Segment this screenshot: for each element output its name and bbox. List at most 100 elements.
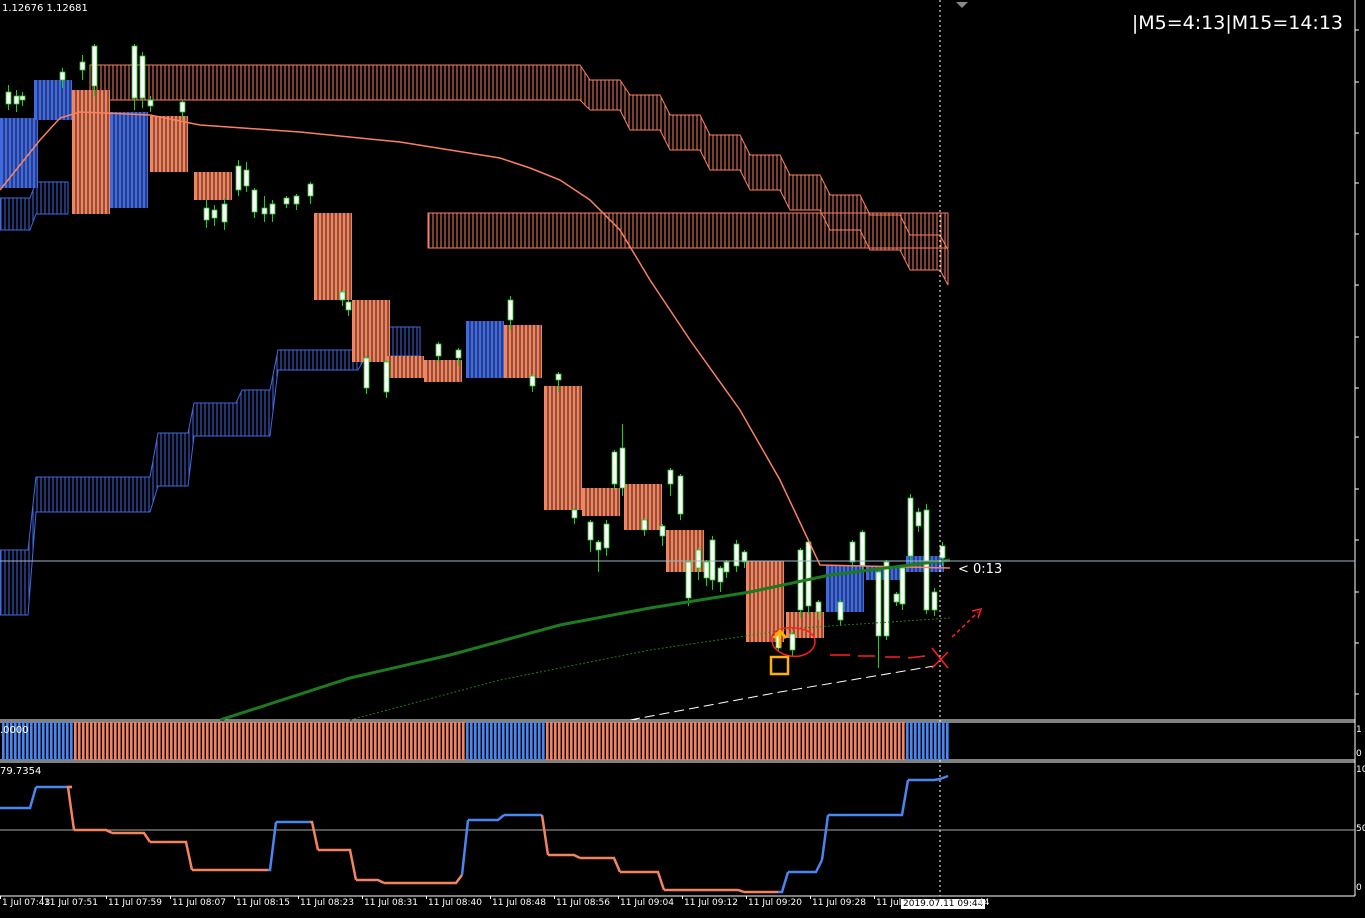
indicator1-bar — [746, 722, 749, 760]
price-block — [582, 488, 620, 516]
candle-body — [507, 299, 514, 321]
indicator1-bar — [774, 722, 777, 760]
indicator1-bar — [350, 722, 353, 760]
indicator1-bar — [762, 722, 765, 760]
indicator1-bar — [214, 722, 217, 760]
indicator1-bar — [834, 722, 837, 760]
indicator1-bar — [458, 722, 461, 760]
price-block — [150, 116, 188, 172]
candle-body — [91, 45, 98, 87]
candle-body — [203, 207, 210, 221]
indicator1-bar — [602, 722, 605, 760]
indicator1-bar — [234, 722, 237, 760]
candlestick — [703, 560, 710, 586]
candle-body — [667, 469, 674, 485]
candle-body — [251, 189, 258, 213]
indicator1-bar — [30, 722, 33, 760]
indicator1-bar — [786, 722, 789, 760]
price-block — [72, 90, 110, 214]
candlestick — [837, 600, 844, 626]
indicator1-bar — [38, 722, 41, 760]
indicator1-bar — [106, 722, 109, 760]
candle-body — [733, 543, 740, 567]
candlestick — [723, 560, 730, 578]
indicator1-bar — [70, 722, 73, 760]
candle-body — [19, 95, 26, 101]
indicator1-bar — [938, 722, 941, 760]
indicator1-bar — [286, 722, 289, 760]
indicator1-bar — [906, 722, 909, 760]
chart-canvas[interactable] — [0, 0, 1365, 914]
indicator1-bar — [586, 722, 589, 760]
time-axis[interactable]: 1 Jul 07:43 11 Jul 07:51 11 Jul 07:59 11 Ju… — [0, 896, 1355, 914]
indicator1-bar — [362, 722, 365, 760]
indicator1-bar — [182, 722, 185, 760]
candle-body — [221, 203, 228, 223]
indicator1-bar — [366, 722, 369, 760]
indicator1-bar — [822, 722, 825, 760]
time-label: 11 Jul 09:12 — [684, 898, 738, 908]
indicator1-bar — [934, 722, 937, 760]
candlestick — [261, 196, 268, 222]
candle-body — [717, 567, 724, 583]
indicator1-bar — [882, 722, 885, 760]
indicator1-bar — [114, 722, 117, 760]
indicator1-bar — [466, 722, 469, 760]
candlestick — [529, 374, 536, 392]
candle-body — [619, 447, 626, 489]
indicator2-scale-bottom: 0 — [1356, 883, 1362, 893]
indicator2-segment — [788, 859, 824, 874]
indicator1-bar — [550, 722, 553, 760]
indicator1-bar — [86, 722, 89, 760]
time-label: 11 Jul 08:40 — [428, 898, 482, 908]
indicator1-bar — [302, 722, 305, 760]
indicator2-segment — [620, 870, 666, 891]
price-block — [386, 356, 424, 378]
cloud-blue — [0, 181, 421, 616]
indicator2-value: 79.7354 — [0, 766, 42, 777]
indicator2-line — [0, 777, 941, 894]
price-block — [194, 172, 232, 200]
time-tick — [42, 896, 43, 899]
indicator1-bar — [134, 722, 137, 760]
indicator1-bar — [146, 722, 149, 760]
indicator1-bar — [654, 722, 657, 760]
candlestick — [641, 518, 648, 536]
indicator1-bar — [66, 722, 69, 760]
indicator1-bar — [678, 722, 681, 760]
indicator1-bar — [262, 722, 265, 760]
indicator1-bar — [922, 722, 925, 760]
candlestick — [899, 566, 906, 610]
candle-body — [709, 539, 716, 581]
chart-window[interactable]: 1.12676 1.12681 |M5=4:13|M15=14:13 < 0:1… — [0, 0, 1365, 914]
candlestick — [619, 424, 626, 496]
candle-body — [849, 541, 856, 563]
indicator1-bar — [634, 722, 637, 760]
indicator1-bar — [886, 722, 889, 760]
candle-body — [345, 301, 352, 311]
indicator1-bar — [346, 722, 349, 760]
indicator1-bar — [894, 722, 897, 760]
time-label: 11 Jul 08:48 — [492, 898, 546, 908]
candlestick — [717, 566, 724, 592]
indicator1-bar — [470, 722, 473, 760]
candlestick — [677, 474, 684, 520]
time-label: 11 Jul 08:56 — [556, 898, 610, 908]
candle-body — [703, 561, 710, 579]
candlestick — [893, 592, 900, 606]
candle-body — [603, 523, 610, 549]
indicator1-bar — [482, 722, 485, 760]
candlestick — [923, 504, 930, 614]
time-tick — [874, 896, 875, 899]
shift-marker-icon[interactable] — [956, 2, 968, 8]
candle-body — [883, 561, 890, 637]
indicator1-bar — [798, 722, 801, 760]
candle-body — [571, 509, 578, 519]
indicator1-bar — [334, 722, 337, 760]
indicator1-bar — [670, 722, 673, 760]
indicator1-bar — [238, 722, 241, 760]
price-axis[interactable] — [1355, 29, 1359, 695]
indicator1-bar — [354, 722, 357, 760]
indicator1-bar — [858, 722, 861, 760]
indicator1-bar — [606, 722, 609, 760]
